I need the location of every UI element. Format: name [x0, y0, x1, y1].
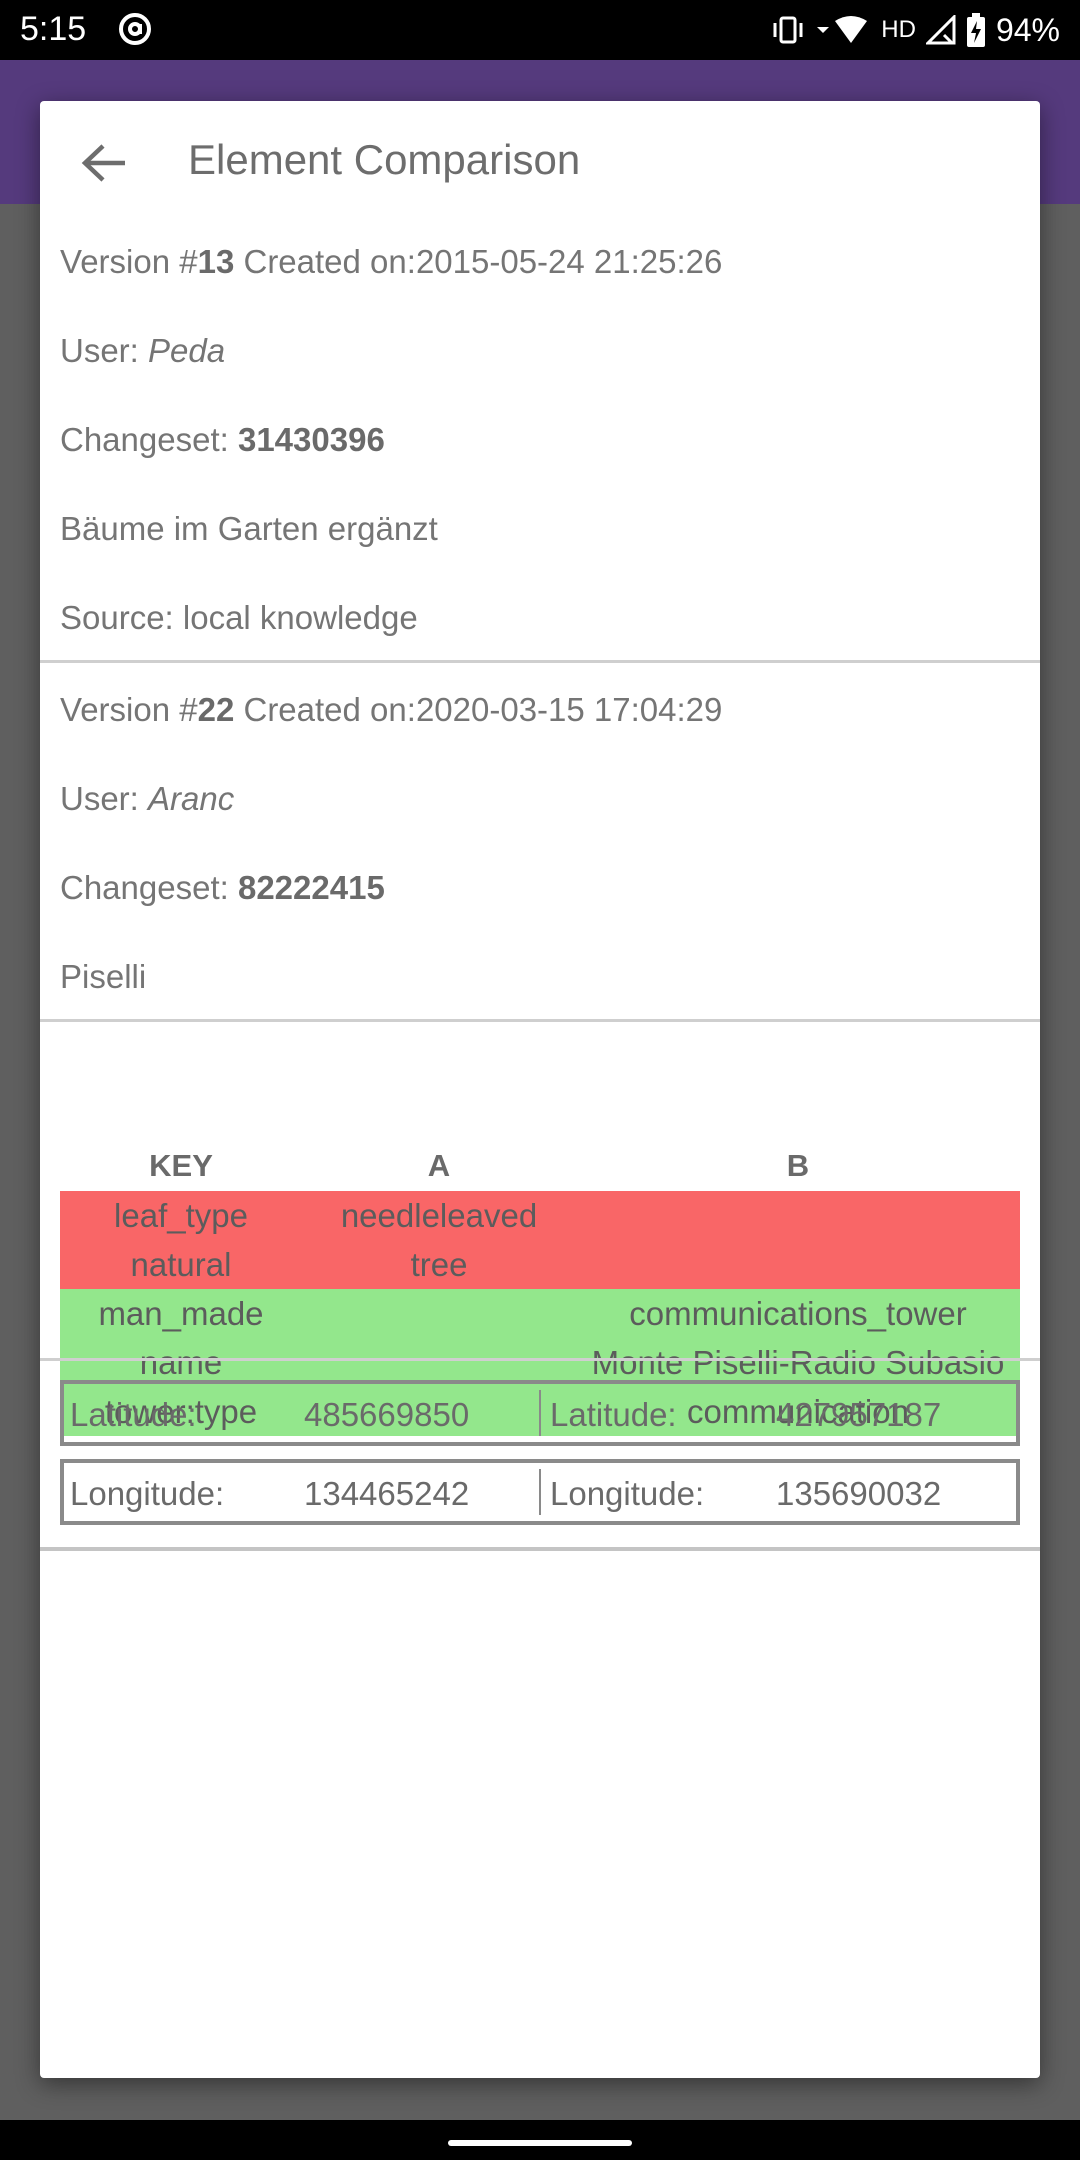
- user-name: Aranc: [148, 780, 235, 817]
- dialog-header: Element Comparison: [40, 101, 1040, 221]
- divider: [40, 1358, 1040, 1361]
- changeset-source: Source: local knowledge: [60, 599, 418, 636]
- column-separator: [539, 1390, 541, 1436]
- tag-value-a: needleleaved: [340, 1197, 538, 1234]
- changeset-label: Changeset:: [60, 869, 238, 906]
- created-prefix: Created on:: [234, 691, 416, 728]
- dialog-title: Element Comparison: [188, 136, 581, 183]
- divider: [40, 1019, 1040, 1022]
- header-b: B: [786, 1148, 810, 1183]
- user-label: User:: [60, 780, 149, 817]
- vibrate-icon: [773, 16, 803, 44]
- changeset-comment: Piselli: [60, 958, 147, 995]
- status-bar: 5:15 HD 94%: [0, 0, 1080, 60]
- battery-percent: 94%: [995, 11, 1060, 48]
- changeset-line: Changeset: 31430396: [60, 421, 385, 459]
- latitude-row: Latitude: 485669850 Latitude: 427957187: [60, 1380, 1020, 1446]
- version-line: Version #22 Created on:2020-03-15 17:04:…: [60, 691, 722, 729]
- home-gesture-handle[interactable]: [448, 2140, 632, 2146]
- tag-key: name: [139, 1344, 223, 1381]
- version-line: Version #13 Created on:2015-05-24 21:25:…: [60, 243, 722, 281]
- column-separator: [539, 1469, 541, 1515]
- longitude-value-b: 135690032: [776, 1475, 942, 1512]
- tag-key: leaf_type: [114, 1197, 248, 1234]
- latitude-label-b: Latitude:: [550, 1396, 677, 1433]
- changeset-comment: Bäume im Garten ergänzt: [60, 510, 438, 547]
- status-icons: HD 94%: [771, 8, 1060, 52]
- tag-value-b: communications_tower: [629, 1295, 967, 1332]
- divider: [40, 660, 1040, 663]
- changeset-line: Changeset: 82222415: [60, 869, 385, 907]
- at-sign-icon: [119, 13, 151, 45]
- longitude-row: Longitude: 134465242 Longitude: 13569003…: [60, 1459, 1020, 1525]
- user-name: Peda: [148, 332, 226, 369]
- tag-value-a: tree: [410, 1246, 468, 1283]
- latitude-value-b: 427957187: [776, 1396, 942, 1433]
- version-number: 22: [197, 691, 235, 728]
- longitude-label-a: Longitude:: [70, 1475, 225, 1512]
- table-row: leaf_type needleleaved: [60, 1191, 1020, 1240]
- table-row: man_made communications_tower: [60, 1289, 1020, 1338]
- status-time: 5:15: [20, 10, 87, 48]
- divider: [40, 1547, 1040, 1551]
- changeset-id: 82222415: [237, 869, 385, 906]
- latitude-label-a: Latitude:: [70, 1396, 197, 1433]
- version-prefix: Version #: [60, 243, 198, 280]
- version-prefix: Version #: [60, 691, 198, 728]
- user-line: User: Peda: [60, 332, 225, 370]
- changeset-id: 31430396: [237, 421, 385, 458]
- tag-key: man_made: [98, 1295, 264, 1332]
- battery-charging-icon: [966, 13, 985, 47]
- version-number: 13: [197, 243, 235, 280]
- header-key: KEY: [149, 1148, 213, 1183]
- network-type: HD: [881, 16, 916, 43]
- back-button[interactable]: [74, 133, 134, 193]
- signal-icon: [925, 15, 956, 45]
- element-comparison-dialog: Element Comparison Version #13 Created o…: [40, 101, 1040, 2078]
- created-on: 2015-05-24 21:25:26: [415, 243, 723, 280]
- longitude-value-a: 134465242: [304, 1475, 470, 1512]
- created-on: 2020-03-15 17:04:29: [415, 691, 723, 728]
- tag-key: natural: [130, 1246, 232, 1283]
- tag-value-b: Monte Piselli-Radio Subasio: [591, 1344, 1005, 1381]
- wifi-icon: [817, 16, 868, 43]
- changeset-label: Changeset:: [60, 421, 238, 458]
- header-a: A: [427, 1148, 451, 1183]
- created-prefix: Created on:: [234, 243, 416, 280]
- arrow-back-icon: [81, 144, 125, 182]
- table-row: natural tree: [60, 1240, 1020, 1289]
- latitude-value-a: 485669850: [304, 1396, 470, 1433]
- table-header: KEY A B: [60, 1136, 1020, 1191]
- longitude-label-b: Longitude:: [550, 1475, 705, 1512]
- user-label: User:: [60, 332, 149, 369]
- user-line: User: Aranc: [60, 780, 234, 818]
